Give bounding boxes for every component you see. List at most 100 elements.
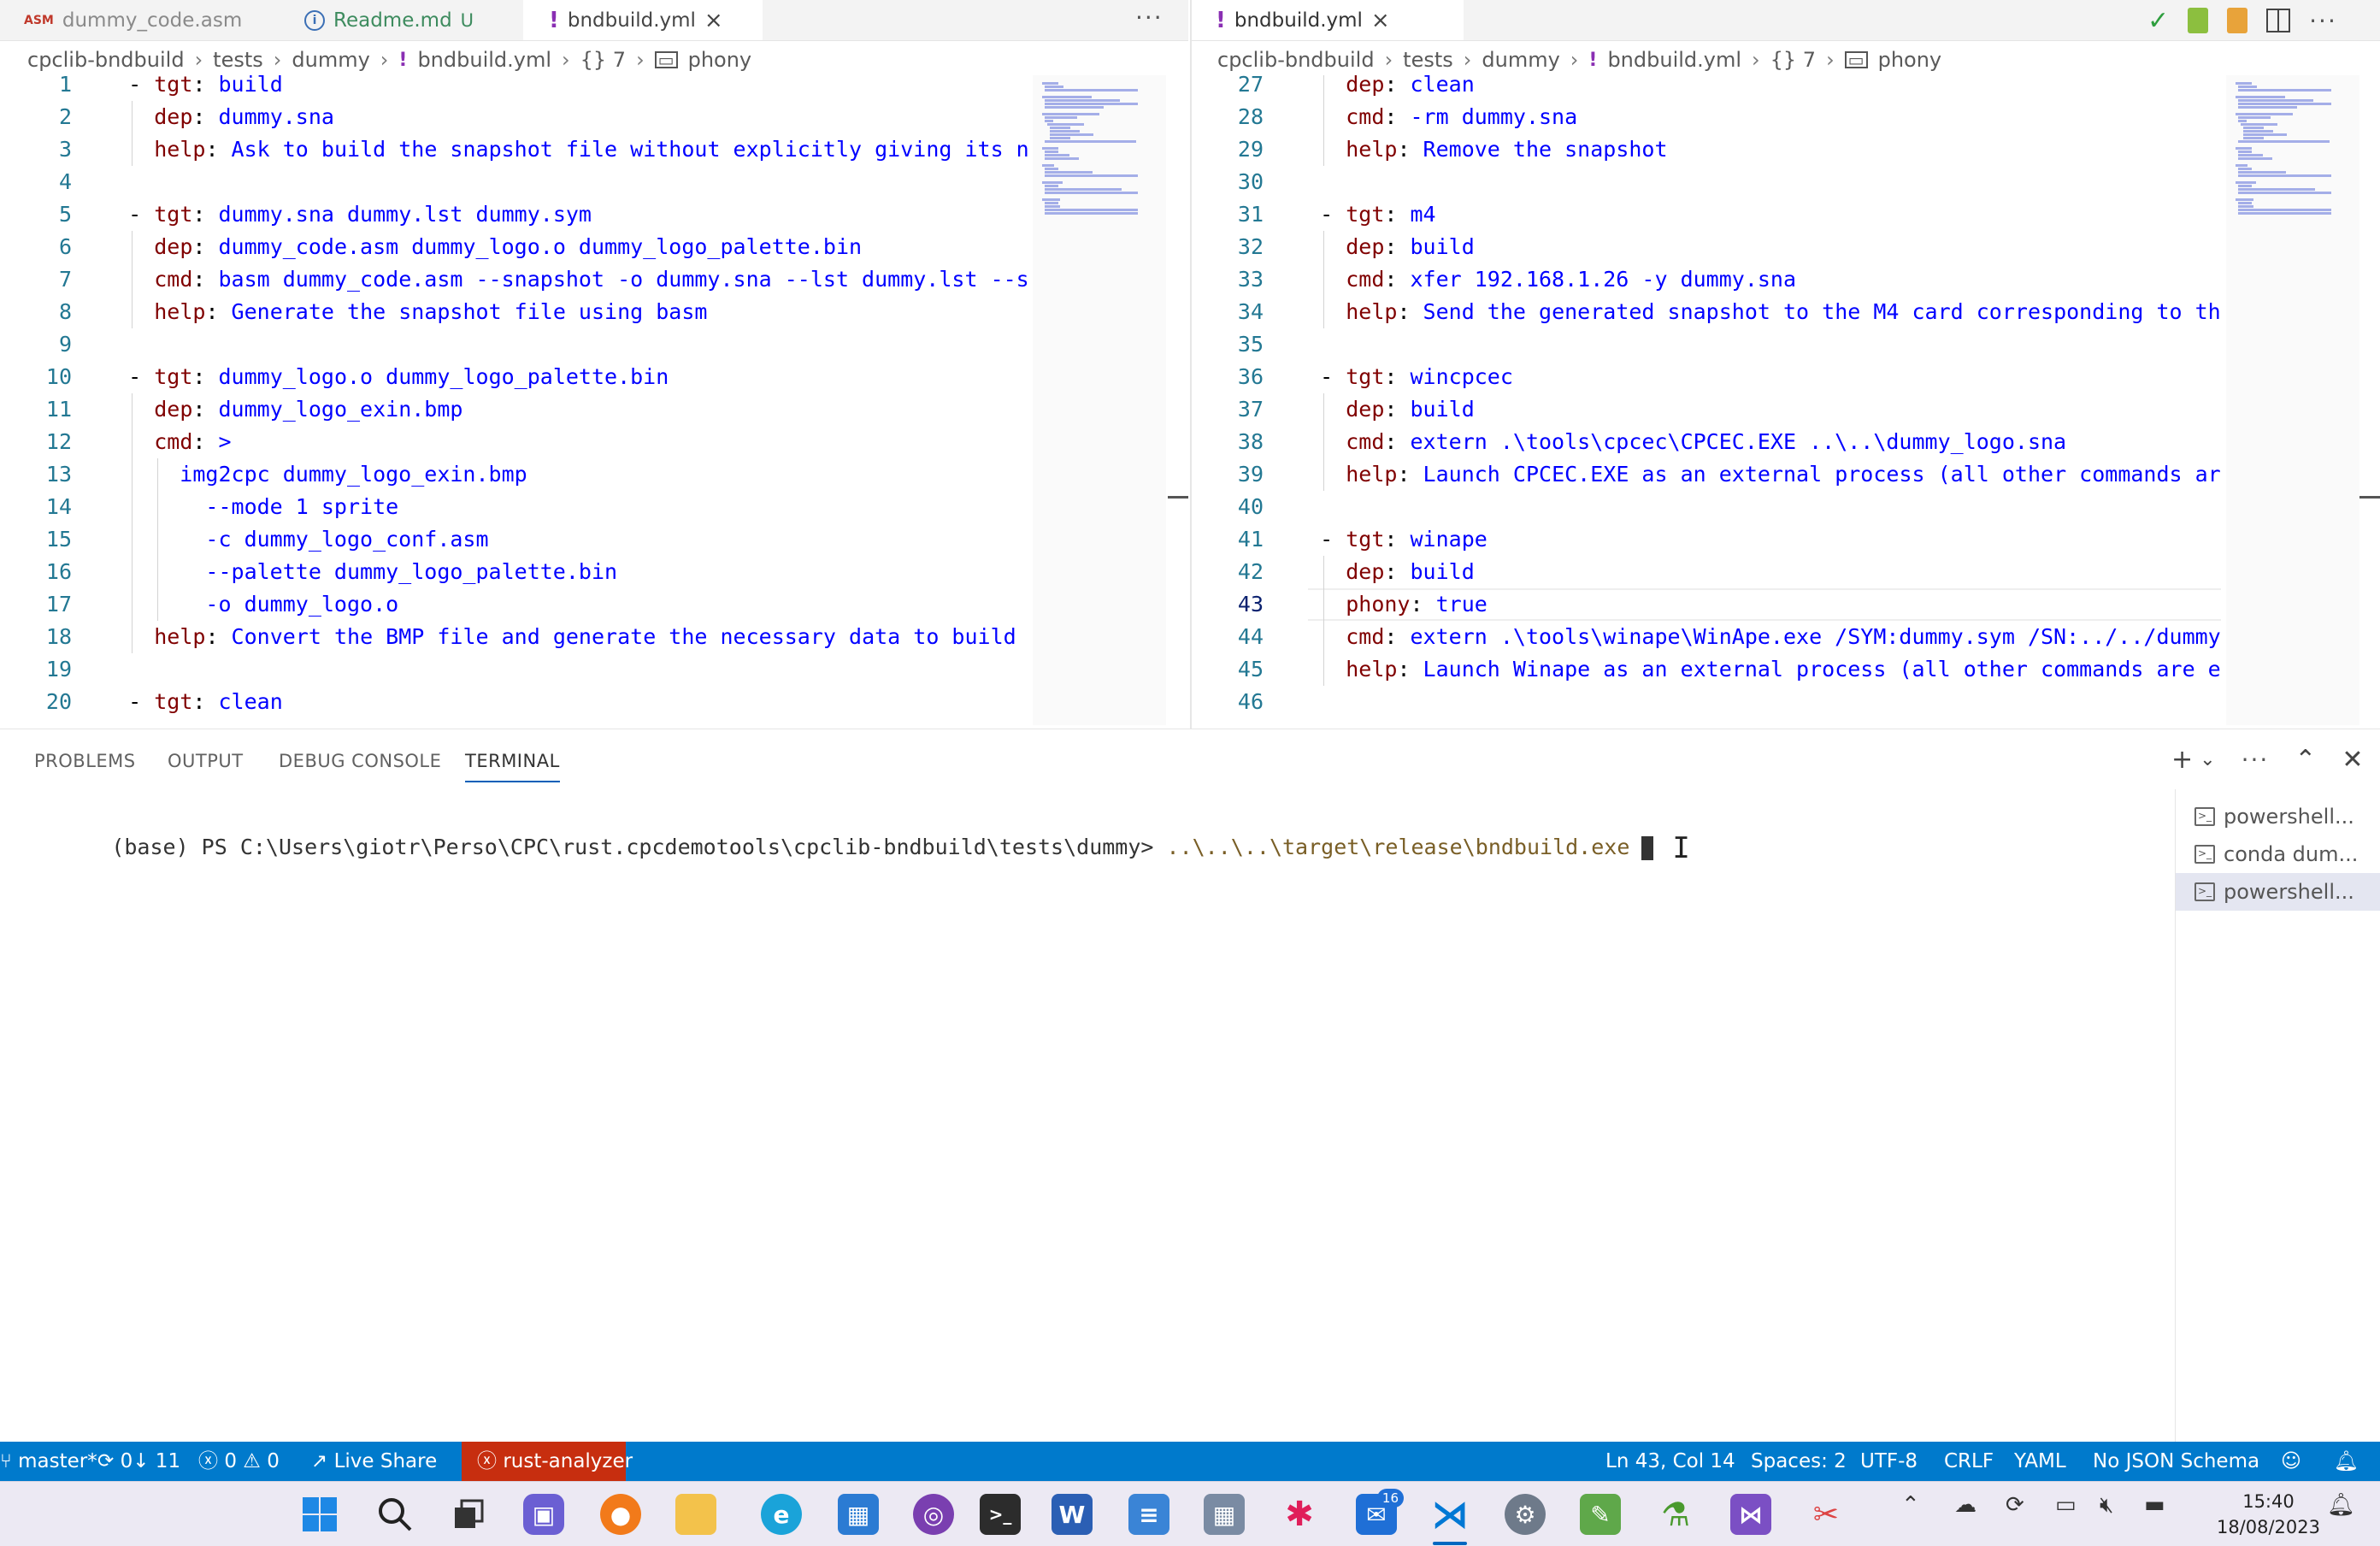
terminal-item[interactable]: >_ powershell...: [2176, 798, 2380, 835]
code-line[interactable]: cmd: extern .\tools\cpcec\CPCEC.EXE ..\.…: [1294, 426, 2066, 458]
tab-problems[interactable]: PROBLEMS: [34, 740, 136, 782]
check-icon[interactable]: ✓: [2147, 6, 2169, 36]
breadcrumb-item[interactable]: bndbuild.yml: [1607, 48, 1741, 72]
mail-icon[interactable]: ✉ 16: [1356, 1489, 1404, 1535]
close-panel-icon[interactable]: ✕: [2342, 745, 2363, 775]
live-share-button[interactable]: ↗ Live Share: [311, 1442, 437, 1481]
code-line[interactable]: help: Convert the BMP file and generate …: [103, 621, 1029, 653]
breadcrumb-item[interactable]: dummy: [292, 48, 369, 72]
json-schema[interactable]: No JSON Schema: [2093, 1442, 2259, 1481]
search-icon[interactable]: [374, 1494, 415, 1535]
tab-dummy-code-asm[interactable]: ASM dummy_code.asm: [0, 0, 282, 40]
code-line[interactable]: help: Generate the snapshot file using b…: [103, 296, 707, 328]
breadcrumb-item[interactable]: phony: [688, 48, 752, 72]
microsoft-store-icon[interactable]: ▦: [838, 1494, 879, 1535]
breadcrumb-item[interactable]: {} 7: [1770, 48, 1816, 72]
chevron-down-icon[interactable]: ⌄: [2200, 749, 2215, 770]
rust-analyzer-status[interactable]: ⓧ rust-analyzer: [462, 1442, 633, 1481]
settings-icon[interactable]: ⚙: [1505, 1494, 1546, 1535]
code-line[interactable]: dep: clean: [1294, 75, 1475, 101]
close-icon[interactable]: ×: [704, 8, 723, 33]
code-line[interactable]: help: Remove the snapshot: [1294, 133, 1667, 166]
code-line[interactable]: cmd: >: [103, 426, 231, 458]
cloud-icon[interactable]: ☁: [1954, 1492, 1976, 1518]
code-line[interactable]: --palette dummy_logo_palette.bin: [103, 556, 617, 588]
cursor-position[interactable]: Ln 43, Col 14: [1605, 1442, 1735, 1481]
teams-chat-icon[interactable]: ▣: [523, 1494, 564, 1535]
breadcrumb-item[interactable]: dummy: [1482, 48, 1559, 72]
breadcrumb-item[interactable]: tests: [1403, 48, 1453, 72]
code-line[interactable]: - tgt: clean: [103, 686, 283, 718]
right-code-editor[interactable]: 27 dep: clean 28 cmd: -rm dummy.sna 29 hel…: [1192, 75, 2223, 729]
paint-icon[interactable]: ✎: [1580, 1494, 1621, 1535]
sync-tray-icon[interactable]: ⟳: [2006, 1492, 2024, 1518]
encoding[interactable]: UTF-8: [1860, 1442, 1918, 1481]
tab-bndbuild-yml[interactable]: ! bndbuild.yml ×: [1192, 0, 1464, 40]
word-icon[interactable]: W: [1052, 1494, 1093, 1535]
notepad-icon[interactable]: ≡: [1128, 1494, 1169, 1535]
code-line[interactable]: dep: build: [1294, 556, 1475, 588]
tab-readme-md[interactable]: i Readme.md U: [282, 0, 523, 40]
display-icon[interactable]: ▭: [2055, 1492, 2077, 1518]
code-line[interactable]: dep: dummy_logo_exin.bmp: [103, 393, 462, 426]
tab-bndbuild-yml[interactable]: ! bndbuild.yml ×: [523, 0, 763, 40]
code-line[interactable]: -c dummy_logo_conf.asm: [103, 523, 488, 556]
right-minimap[interactable]: [2226, 75, 2359, 725]
task-view-icon[interactable]: [448, 1494, 489, 1535]
split-editor-icon[interactable]: [2266, 9, 2291, 32]
code-line[interactable]: help: Send the generated snapshot to the…: [1294, 296, 2221, 328]
code-line[interactable]: dep: dummy.sna: [103, 101, 334, 133]
firefox-icon[interactable]: ●: [600, 1494, 641, 1535]
visual-studio-icon[interactable]: ⋈: [1730, 1494, 1771, 1535]
code-line[interactable]: help: Ask to build the snapshot file wit…: [103, 133, 1029, 166]
code-line[interactable]: - tgt: dummy.sna dummy.lst dummy.sym: [103, 198, 592, 231]
language-mode[interactable]: YAML: [2014, 1442, 2066, 1481]
file-explorer-icon[interactable]: [675, 1494, 716, 1535]
calculator-icon[interactable]: ▦: [1204, 1494, 1245, 1535]
code-line[interactable]: - tgt: wincpcec: [1294, 361, 1513, 393]
code-line[interactable]: cmd: basm dummy_code.asm --snapshot -o d…: [103, 263, 1029, 296]
terminal-item[interactable]: >_ conda dum...: [2176, 835, 2380, 873]
snipping-tool-icon[interactable]: ✂: [1806, 1494, 1847, 1535]
tab-output[interactable]: OUTPUT: [168, 740, 244, 782]
more-actions-icon[interactable]: ···: [2242, 746, 2270, 774]
tab-terminal[interactable]: TERMINAL: [465, 740, 560, 782]
slack-icon[interactable]: ✱: [1279, 1494, 1320, 1535]
code-line[interactable]: cmd: xfer 192.168.1.26 -y dummy.sna: [1294, 263, 1796, 296]
left-minimap[interactable]: [1033, 75, 1166, 725]
code-line[interactable]: - tgt: winape: [1294, 523, 1488, 556]
code-line[interactable]: cmd: extern .\tools\winape\WinApe.exe /S…: [1294, 621, 2221, 653]
code-line[interactable]: help: Launch Winape as an external proce…: [1294, 653, 2221, 686]
breadcrumb-item[interactable]: {} 7: [580, 48, 626, 72]
windows-start-icon[interactable]: [299, 1494, 340, 1535]
mask-app-icon[interactable]: ◎: [913, 1494, 954, 1535]
vscode-icon[interactable]: ⋊: [1429, 1493, 1470, 1537]
feedback-icon[interactable]: ☺: [2281, 1442, 2301, 1481]
branch-indicator[interactable]: ⑂ master*: [0, 1442, 97, 1481]
left-code-editor[interactable]: 1 - tgt: build 2 dep: dummy.sna 3 help: As…: [0, 75, 1031, 729]
conda-icon[interactable]: ⚗: [1655, 1494, 1696, 1535]
code-line[interactable]: dep: build: [1294, 393, 1475, 426]
code-line[interactable]: help: Launch CPCEC.EXE as an external pr…: [1294, 458, 2221, 491]
terminal-app-icon[interactable]: >_: [980, 1494, 1021, 1535]
maximize-panel-icon[interactable]: ⌃: [2295, 745, 2316, 775]
notification-bell-icon[interactable]: 🔔︎: [2327, 1492, 2355, 1518]
notifications-icon[interactable]: 🔔︎: [2334, 1442, 2359, 1481]
edge-icon[interactable]: e: [761, 1494, 802, 1535]
battery-icon[interactable]: ▬: [2144, 1492, 2165, 1518]
code-line[interactable]: dep: dummy_code.asm dummy_logo.o dummy_l…: [103, 231, 862, 263]
tab-debug-console[interactable]: DEBUG CONSOLE: [279, 740, 441, 782]
close-icon[interactable]: ×: [1371, 8, 1390, 33]
indentation[interactable]: Spaces: 2: [1751, 1442, 1847, 1481]
volume-muted-icon[interactable]: 🔇︎: [2100, 1492, 2113, 1519]
show-hidden-icons[interactable]: ⌃: [1901, 1492, 1920, 1518]
breadcrumb-item[interactable]: tests: [213, 48, 263, 72]
new-terminal-icon[interactable]: +: [2171, 745, 2193, 775]
problems-indicator[interactable]: ⓧ 0 ⚠ 0: [198, 1442, 280, 1481]
breadcrumb-item[interactable]: bndbuild.yml: [417, 48, 551, 72]
code-line[interactable]: cmd: -rm dummy.sna: [1294, 101, 1577, 133]
breadcrumb-item[interactable]: cpclib-bndbuild: [1217, 48, 1375, 72]
book-green-icon[interactable]: [2188, 8, 2209, 33]
code-line[interactable]: -o dummy_logo.o: [103, 588, 398, 621]
book-orange-icon[interactable]: [2227, 8, 2248, 33]
